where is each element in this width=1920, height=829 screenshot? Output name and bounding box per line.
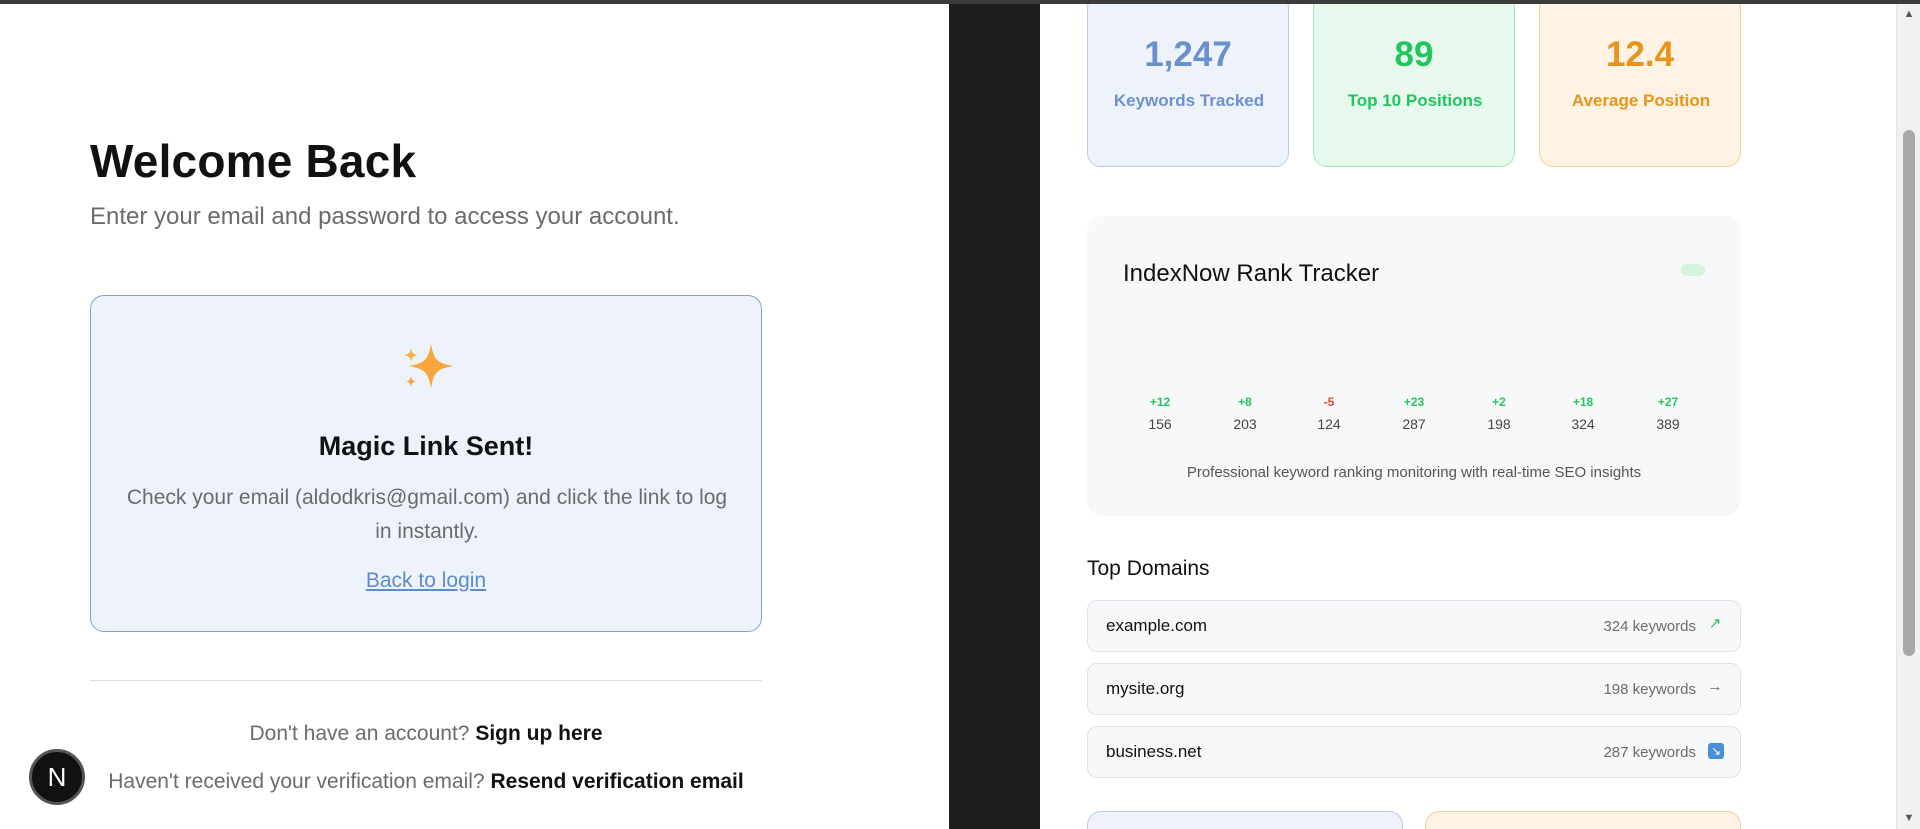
rank-value: 389 (1656, 416, 1680, 432)
divider (90, 680, 762, 681)
dashboard-preview: 1,247 Keywords Tracked 89 Top 10 Positio… (1040, 4, 1788, 829)
stat-label: Keywords Tracked (1113, 91, 1265, 110)
sparkles-icon (404, 344, 453, 388)
bottom-card (1087, 811, 1403, 829)
tracker-caption: Professional keyword ranking monitoring … (1186, 464, 1642, 481)
trend-down-icon: ↘ (1708, 743, 1724, 759)
scroll-down-arrow-icon[interactable]: ▼ (1903, 812, 1915, 824)
rank-change: -5 (1323, 395, 1335, 409)
login-panel: Welcome Back Enter your email and passwo… (0, 4, 949, 829)
trend-flat-icon: → (1707, 678, 1723, 695)
tracker-column: +18 324 (1553, 394, 1613, 432)
resend-verification-link[interactable]: Resend verification email (490, 770, 743, 793)
magic-link-message: Check your email (aldodkris@gmail.com) a… (126, 486, 728, 543)
rank-change: +27 (1657, 395, 1679, 409)
rank-value: 156 (1148, 416, 1172, 432)
domain-row: mysite.org 198 keywords → (1087, 663, 1741, 715)
rank-change: +23 (1403, 395, 1425, 409)
sign-up-link[interactable]: Sign up here (475, 722, 602, 745)
stat-card-keywords: 1,247 Keywords Tracked (1087, 4, 1289, 167)
rank-change: +2 (1492, 395, 1506, 409)
tracker-column: +2 198 (1469, 394, 1529, 432)
tracker-column: +12 156 (1130, 394, 1190, 432)
domain-name: example.com (1106, 616, 1208, 635)
rank-value: 287 (1402, 416, 1426, 432)
tracker-column: +8 203 (1215, 394, 1275, 432)
domain-keywords: 198 keywords (1603, 681, 1696, 698)
rank-change: +18 (1572, 395, 1594, 409)
stat-value: 89 (1394, 35, 1434, 74)
rank-change: +8 (1238, 395, 1252, 409)
rank-value: 203 (1233, 416, 1257, 432)
trend-up-icon: ↗ (1708, 615, 1722, 632)
domain-keywords: 287 keywords (1603, 744, 1696, 761)
magic-link-card: Magic Link Sent! Check your email (aldod… (90, 295, 762, 632)
page-title: Welcome Back (90, 135, 417, 187)
page-scrollbar[interactable]: ▲ ▼ (1896, 4, 1920, 829)
stat-value: 12.4 (1605, 35, 1675, 74)
dev-tools-badge[interactable]: N (29, 749, 85, 805)
top-domains-heading: Top Domains (1087, 557, 1210, 580)
domain-row: business.net 287 keywords ↘ (1087, 726, 1741, 778)
signup-prompt-text: Don't have an account? (249, 722, 470, 745)
signup-prompt-line: Don't have an account? Sign up here (90, 722, 762, 746)
tracker-column: +27 389 (1638, 394, 1698, 432)
stat-card-top10: 89 Top 10 Positions (1313, 4, 1515, 167)
domain-name: business.net (1106, 742, 1202, 761)
resend-prompt-line: Haven't received your verification email… (90, 770, 762, 794)
rank-value: 198 (1487, 416, 1511, 432)
domain-keywords: 324 keywords (1603, 618, 1696, 635)
back-to-login-link[interactable]: Back to login (91, 569, 761, 593)
rank-tracker-card: IndexNow Rank Tracker +12 156 +8 203 -5 … (1087, 216, 1741, 516)
resend-prompt-text: Haven't received your verification email… (108, 770, 485, 793)
stat-label: Average Position (1571, 91, 1711, 110)
rank-change: +12 (1149, 395, 1171, 409)
scrollbar-thumb[interactable] (1903, 130, 1915, 656)
rank-value: 324 (1571, 416, 1595, 432)
stat-value: 1,247 (1144, 35, 1232, 74)
tracker-title: IndexNow Rank Tracker (1123, 260, 1380, 287)
magic-link-title: Magic Link Sent! (318, 431, 534, 461)
scroll-up-arrow-icon[interactable]: ▲ (1903, 8, 1915, 20)
stat-label: Top 10 Positions (1347, 91, 1483, 110)
bottom-card (1425, 811, 1741, 829)
domain-name: mysite.org (1106, 679, 1185, 698)
tracker-column: +23 287 (1384, 394, 1444, 432)
tracker-column: -5 124 (1299, 394, 1359, 432)
page-subtitle: Enter your email and password to access … (90, 203, 680, 230)
stat-card-avg-position: 12.4 Average Position (1539, 4, 1741, 167)
rank-value: 124 (1317, 416, 1341, 432)
status-pill (1681, 264, 1705, 276)
domain-row: example.com 324 keywords ↗ (1087, 600, 1741, 652)
